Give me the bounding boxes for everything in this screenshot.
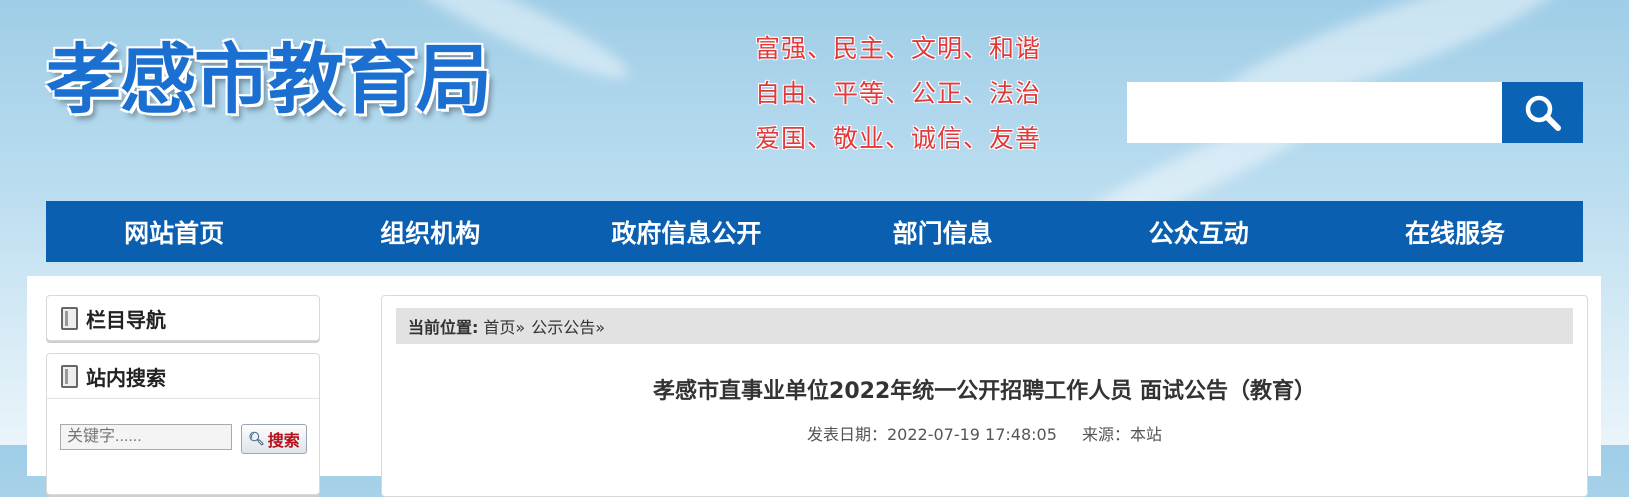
column-nav-header: 栏目导航 <box>47 296 319 340</box>
site-search-title: 站内搜索 <box>86 365 166 390</box>
search-input[interactable] <box>1127 82 1503 143</box>
article-panel: 当前位置: 首页» 公示公告» 孝感市直事业单位2022年统一公开招聘工作人员 … <box>381 295 1588 497</box>
article-title: 孝感市直事业单位2022年统一公开招聘工作人员 面试公告（教育） <box>653 379 1316 404</box>
nav-item-online-service[interactable]: 在线服务 <box>1327 201 1583 262</box>
breadcrumb-prefix: 当前位置: <box>408 318 479 337</box>
breadcrumb-home-link[interactable]: 首页» <box>483 314 525 338</box>
search-icon <box>1525 95 1561 131</box>
nav-item-department-info[interactable]: 部门信息 <box>815 201 1071 262</box>
core-values: 富强、民主、文明、和谐 自由、平等、公正、法治 爱国、敬业、诚信、友善 <box>755 26 1041 161</box>
column-nav-box: 栏目导航 <box>46 295 320 341</box>
nav-item-gov-info[interactable]: 政府信息公开 <box>558 201 814 262</box>
site-logo-title: 孝感市教育局 <box>46 35 492 124</box>
core-values-line: 自由、平等、公正、法治 <box>755 79 1042 108</box>
nav-item-organization[interactable]: 组织机构 <box>302 201 558 262</box>
article-date: 发表日期：2022-07-19 17:48:05 <box>806 425 1057 444</box>
content-area: 栏目导航 站内搜索 🔍︎ 搜索 当前位置: 首页» 公示公告» 孝感市直事业单位… <box>27 276 1601 497</box>
search-icon: 🔍︎ <box>248 431 265 447</box>
search-button[interactable] <box>1502 82 1583 143</box>
book-icon <box>61 364 78 388</box>
site-search-header: 站内搜索 <box>47 354 319 399</box>
nav-item-home[interactable]: 网站首页 <box>46 201 302 262</box>
keyword-search-button[interactable]: 🔍︎ 搜索 <box>241 424 307 454</box>
nav-item-public-interaction[interactable]: 公众互动 <box>1071 201 1327 262</box>
core-values-line: 爱国、敬业、诚信、友善 <box>755 124 1042 153</box>
keyword-input[interactable] <box>60 424 232 450</box>
breadcrumb: 当前位置: 首页» 公示公告» <box>396 308 1573 344</box>
article-meta: 发表日期：2022-07-19 17:48:05 来源：本站 <box>382 421 1587 445</box>
book-icon <box>61 306 78 330</box>
core-values-line: 富强、民主、文明、和谐 <box>755 34 1042 63</box>
article-source: 来源：本站 <box>1082 425 1163 444</box>
breadcrumb-section-link[interactable]: 公示公告» <box>531 314 605 338</box>
column-nav-title: 栏目导航 <box>86 307 166 332</box>
main-nav: 网站首页 组织机构 政府信息公开 部门信息 公众互动 在线服务 <box>46 201 1583 262</box>
keyword-search-label: 搜索 <box>267 431 300 450</box>
